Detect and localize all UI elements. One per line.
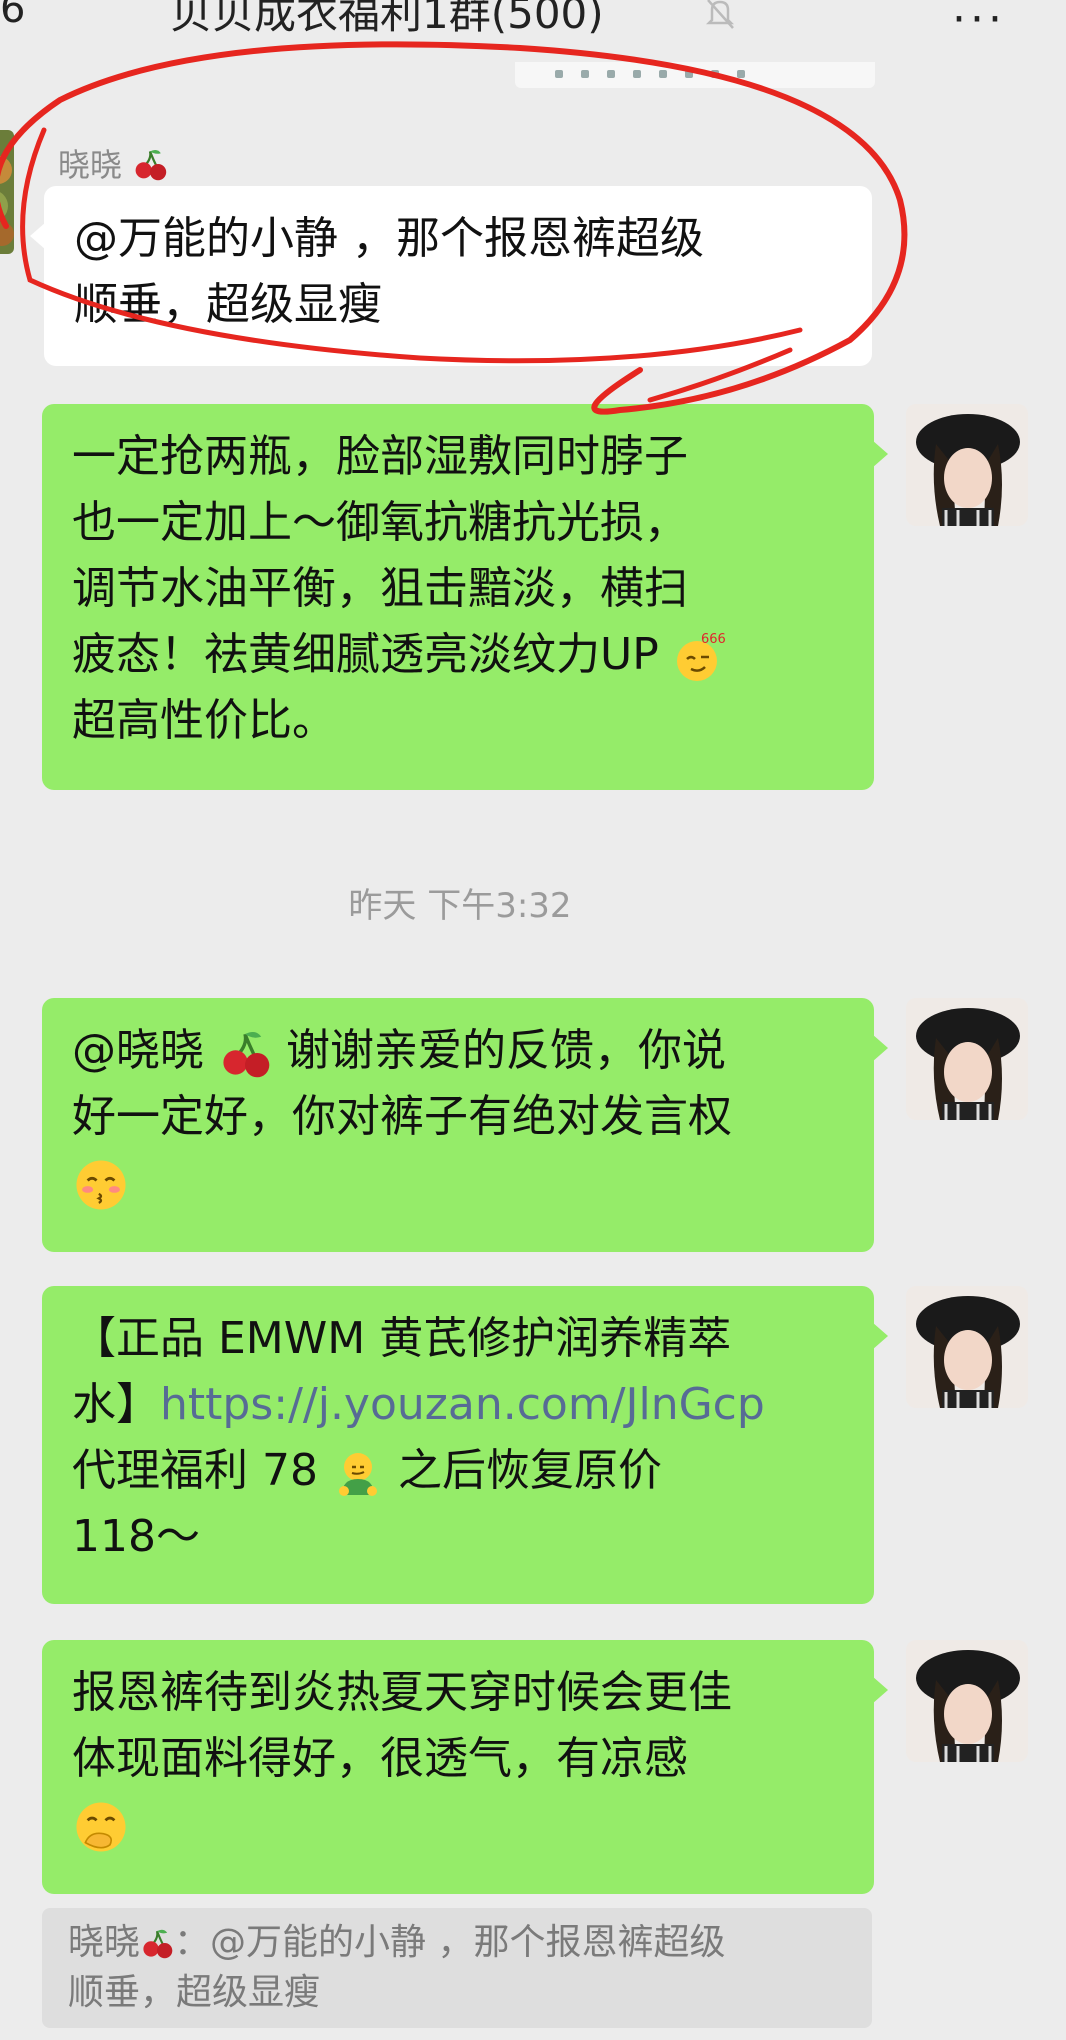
- sender-name-text: 晓晓: [58, 146, 123, 184]
- message-text: 水】: [72, 1379, 160, 1430]
- message-line: 118～: [72, 1511, 200, 1562]
- message-line: 调节水油平衡，狙击黯淡，横扫: [72, 563, 688, 614]
- message-line: [72, 1792, 844, 1858]
- cherry-icon: [223, 1031, 270, 1078]
- back-button[interactable]: 6: [0, 0, 25, 32]
- product-link[interactable]: https://j.youzan.com/JlnGcp: [160, 1379, 765, 1430]
- message-line: 【正品 EMWM 黄芪修护润养精萃: [72, 1313, 732, 1364]
- hand-over-mouth-face-icon: [76, 1802, 126, 1852]
- quoted-reply[interactable]: 晓晓 ：@万能的小静 ，那个报恩裤超级 顺垂，超级显瘦: [42, 1908, 872, 2028]
- truncated-message-fragment: [515, 62, 875, 88]
- quote-text: ：@万能的小静 ，那个报恩裤超级: [174, 1922, 726, 1963]
- message-line: 疲态！祛黄细腻透亮淡纹力UP 666: [72, 622, 844, 688]
- chat-title: 贝贝成衣福利1群(500): [170, 0, 604, 38]
- cherry-icon: [143, 1929, 173, 1959]
- my-avatar[interactable]: [906, 404, 1028, 526]
- kissing-face-icon: [76, 1160, 126, 1210]
- 666-face-icon: 666: [676, 632, 725, 681]
- message-line: 超高性价比。: [72, 695, 336, 746]
- message-line: @万能的小静 ，那个报恩裤超级: [74, 213, 704, 264]
- sender-avatar[interactable]: [0, 130, 14, 254]
- message-text: 代理福利 78: [72, 1445, 318, 1496]
- message-line: 体现面料得好，很透气，有凉感: [72, 1733, 688, 1784]
- more-dots-icon[interactable]: ···: [952, 0, 1006, 45]
- my-avatar[interactable]: [906, 998, 1028, 1120]
- quote-text: 顺垂，超级显瘦: [68, 1972, 321, 2013]
- message-bubble-outgoing[interactable]: 一定抢两瓶，脸部湿敷同时脖子 也一定加上～御氧抗糖抗光损， 调节水油平衡，狙击黯…: [42, 404, 888, 790]
- message-line: 好一定好，你对裤子有绝对发言权: [72, 1091, 732, 1142]
- message-line: 一定抢两瓶，脸部湿敷同时脖子: [72, 431, 688, 482]
- message-line: 顺垂，超级显瘦: [74, 279, 382, 330]
- frog-smirk-icon: [338, 1453, 377, 1496]
- cherry-icon: [135, 149, 167, 181]
- message-text: 之后恢复原价: [397, 1445, 662, 1496]
- emoji-badge: 666: [701, 632, 725, 647]
- message-bubble-outgoing[interactable]: @晓晓 谢谢亲爱的反馈，你说 好一定好，你对裤子有绝对发言权: [42, 998, 888, 1252]
- message-text: 疲态！祛黄细腻透亮淡纹力UP: [72, 629, 659, 680]
- message-bubble-incoming[interactable]: @万能的小静 ，那个报恩裤超级 顺垂，超级显瘦: [30, 186, 872, 366]
- message-line: 水】https://j.youzan.com/JlnGcp: [72, 1372, 844, 1438]
- mention[interactable]: @晓晓: [72, 1025, 204, 1076]
- message-line: @晓晓 谢谢亲爱的反馈，你说: [72, 1018, 844, 1084]
- chat-timestamp: 昨天 下午3:32: [348, 886, 572, 926]
- message-line: 也一定加上～御氧抗糖抗光损，: [72, 497, 688, 548]
- chat-header: 6 贝贝成衣福利1群(500) ···: [0, 0, 1066, 62]
- sender-name: 晓晓: [58, 140, 168, 186]
- message-line: [72, 1150, 844, 1216]
- message-text: 谢谢亲爱的反馈，你说: [286, 1025, 726, 1076]
- message-line: 报恩裤待到炎热夏天穿时候会更佳: [72, 1667, 732, 1718]
- quote-sender: 晓晓: [68, 1922, 141, 1963]
- bell-slash-icon: [700, 0, 740, 34]
- message-line: 代理福利 78 之后恢复原价: [72, 1438, 844, 1504]
- my-avatar[interactable]: [906, 1286, 1028, 1408]
- my-avatar[interactable]: [906, 1640, 1028, 1762]
- message-bubble-outgoing[interactable]: 【正品 EMWM 黄芪修护润养精萃 水】https://j.youzan.com…: [42, 1286, 888, 1604]
- message-bubble-outgoing[interactable]: 报恩裤待到炎热夏天穿时候会更佳 体现面料得好，很透气，有凉感: [42, 1640, 888, 1894]
